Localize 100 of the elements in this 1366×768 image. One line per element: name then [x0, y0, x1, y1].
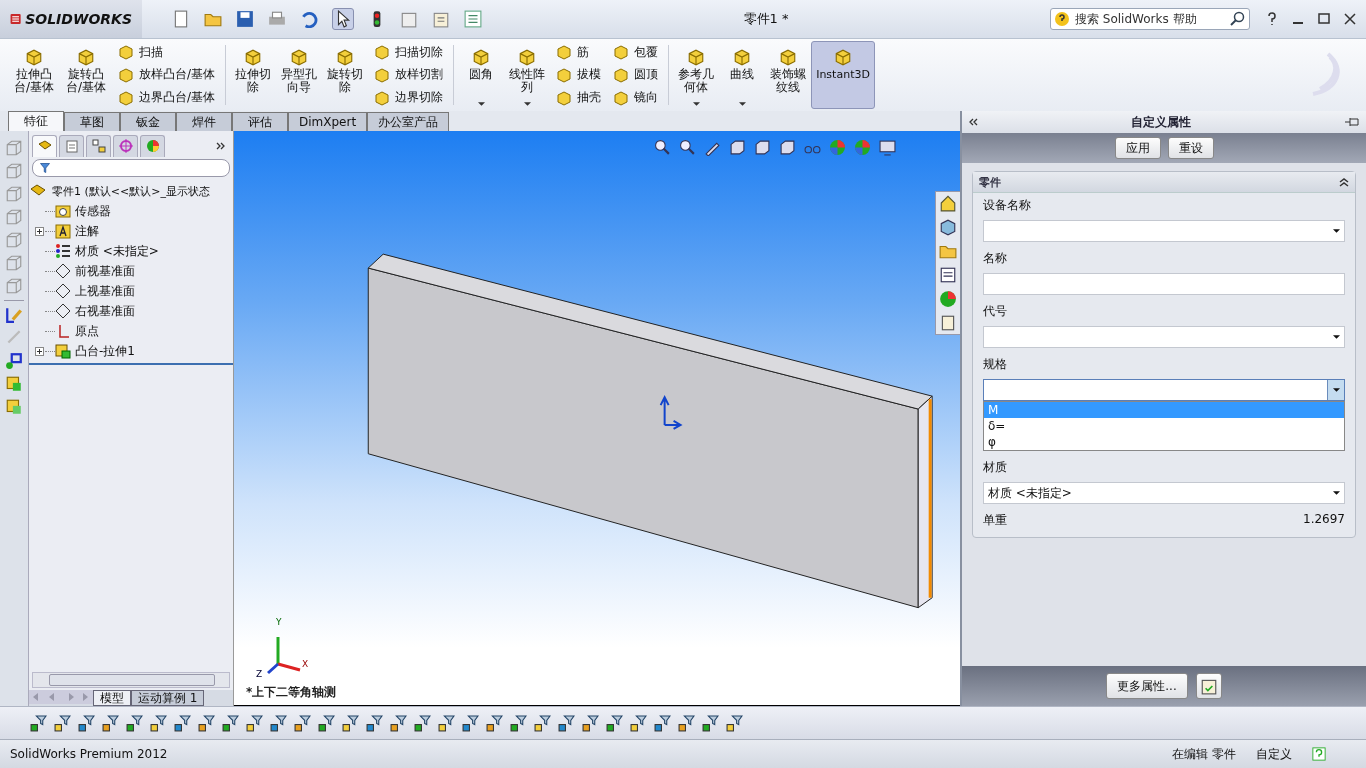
properties-button[interactable]: [1195, 673, 1222, 699]
filter-icon[interactable]: [726, 714, 743, 732]
filter-icon[interactable]: [534, 714, 551, 732]
tab[interactable]: DimXpert: [288, 112, 368, 131]
tree-item[interactable]: 上视基准面: [75, 282, 135, 300]
ribbon-button[interactable]: 拉伸凸台/基体: [8, 41, 60, 109]
manager-tab[interactable]: [59, 134, 84, 157]
filter-icon[interactable]: [198, 714, 215, 732]
filter-icon[interactable]: [30, 714, 47, 732]
filter-icon[interactable]: [606, 714, 623, 732]
ribbon-button[interactable]: 包覆: [609, 43, 663, 61]
tab[interactable]: 运动算例 1: [131, 690, 205, 706]
magnifier-icon[interactable]: [654, 139, 671, 156]
ribbon-button[interactable]: 参考几何体: [673, 41, 720, 109]
ribbon-button[interactable]: 镜向: [609, 89, 663, 107]
more-properties-button[interactable]: 更多属性...: [1106, 673, 1188, 699]
ribbon-button[interactable]: 抽壳: [552, 89, 606, 107]
ribbon-button[interactable]: 放样凸台/基体: [114, 66, 220, 84]
panel-button[interactable]: 应用: [1114, 137, 1161, 159]
ribbon-button[interactable]: 旋转凸台/基体: [60, 41, 112, 109]
tab[interactable]: 办公室产品: [367, 112, 450, 131]
input-field[interactable]: [983, 273, 1345, 295]
filter-icon[interactable]: [318, 714, 335, 732]
ribbon-button[interactable]: 扫描切除: [370, 43, 448, 61]
filter-icon[interactable]: [174, 714, 191, 732]
ribbon-button[interactable]: Instant3D: [811, 41, 876, 109]
expand-icon[interactable]: [216, 140, 226, 151]
filter-icon[interactable]: [222, 714, 239, 732]
filter-icon[interactable]: [438, 714, 455, 732]
tree-item[interactable]: 凸台-拉伸1: [75, 342, 135, 360]
maximize-icon[interactable]: [1316, 11, 1332, 27]
filter-icon[interactable]: [486, 714, 503, 732]
close-icon[interactable]: [1342, 11, 1358, 27]
expand-icon[interactable]: [35, 226, 44, 236]
tree-item[interactable]: 材质 <未指定>: [75, 242, 159, 260]
sphere-icon[interactable]: [939, 290, 957, 308]
dropdown-field[interactable]: [983, 326, 1345, 348]
units-selector[interactable]: 自定义: [1256, 745, 1292, 763]
tab[interactable]: 草图: [64, 112, 120, 131]
filter-icon[interactable]: [294, 714, 311, 732]
tab[interactable]: 特征: [8, 111, 64, 131]
magnifier-icon[interactable]: [679, 139, 696, 156]
collapse-icon[interactable]: [968, 117, 978, 127]
dropdown-option[interactable]: φ: [984, 434, 1344, 450]
scrollbar[interactable]: [32, 672, 230, 688]
filter-icon[interactable]: [654, 714, 671, 732]
list-icon[interactable]: [939, 266, 957, 284]
ribbon-button[interactable]: 放样切割: [370, 66, 448, 84]
panel-button[interactable]: 重设: [1167, 137, 1214, 159]
dropdown-field[interactable]: 材质 <未指定>: [983, 482, 1345, 504]
filter-icon[interactable]: [510, 714, 527, 732]
pointer-icon[interactable]: [332, 8, 354, 30]
filter-icon[interactable]: [462, 714, 479, 732]
ribbon-button[interactable]: 异型孔向导: [276, 41, 323, 109]
ribbon-button[interactable]: 拉伸切除: [230, 41, 277, 109]
pencil-icon[interactable]: [5, 306, 23, 324]
filter-icon[interactable]: [702, 714, 719, 732]
filter-icon[interactable]: [558, 714, 575, 732]
manager-tab[interactable]: [86, 134, 111, 157]
ribbon-button[interactable]: 边界切除: [370, 89, 448, 107]
tree-item[interactable]: 传感器: [75, 202, 111, 220]
filter-icon[interactable]: [366, 714, 383, 732]
tab[interactable]: 焊件: [176, 112, 232, 131]
search-field[interactable]: 搜索 SolidWorks 帮助: [1050, 8, 1250, 30]
manager-tab[interactable]: [140, 134, 165, 157]
filter-field[interactable]: [32, 159, 230, 177]
filter-icon[interactable]: [54, 714, 71, 732]
filter-icon[interactable]: [414, 714, 431, 732]
ribbon-button[interactable]: 边界凸台/基体: [114, 89, 220, 107]
undo-icon[interactable]: [300, 10, 318, 28]
tree-item[interactable]: 零件1 (默认<<默认>_显示状态: [29, 181, 233, 201]
dropdown-option[interactable]: δ=: [984, 418, 1344, 434]
monitor-icon[interactable]: [879, 139, 896, 156]
manager-tab[interactable]: [32, 134, 57, 157]
collapse-icon[interactable]: [1339, 177, 1349, 187]
filter-icon[interactable]: [390, 714, 407, 732]
tree-item[interactable]: 前视基准面: [75, 262, 135, 280]
ribbon-button[interactable]: 拔模: [552, 66, 606, 84]
filter-icon[interactable]: [270, 714, 287, 732]
tab[interactable]: 评估: [232, 112, 288, 131]
doc-icon[interactable]: [172, 10, 190, 28]
tree-item[interactable]: 右视基准面: [75, 302, 135, 320]
app-logo[interactable]: SOLIDWORKS: [0, 0, 142, 38]
pin-icon[interactable]: [1344, 116, 1360, 128]
expand-icon[interactable]: [35, 346, 44, 356]
filter-icon[interactable]: [102, 714, 119, 732]
filter-icon[interactable]: [630, 714, 647, 732]
filter-icon[interactable]: [678, 714, 695, 732]
ribbon-button[interactable]: 圆角: [458, 41, 505, 109]
filter-icon[interactable]: [342, 714, 359, 732]
filter-icon[interactable]: [126, 714, 143, 732]
ribbon-button[interactable]: 扫描: [114, 43, 220, 61]
tab[interactable]: 钣金: [120, 112, 176, 131]
filter-icon[interactable]: [582, 714, 599, 732]
filter-icon[interactable]: [150, 714, 167, 732]
ribbon-button[interactable]: 筋: [552, 43, 606, 61]
ribbon-button[interactable]: 线性阵列: [504, 41, 551, 109]
tree-item[interactable]: 注解: [75, 222, 99, 240]
ribbon-button[interactable]: 曲线: [719, 41, 766, 109]
printer-icon[interactable]: [268, 10, 286, 28]
